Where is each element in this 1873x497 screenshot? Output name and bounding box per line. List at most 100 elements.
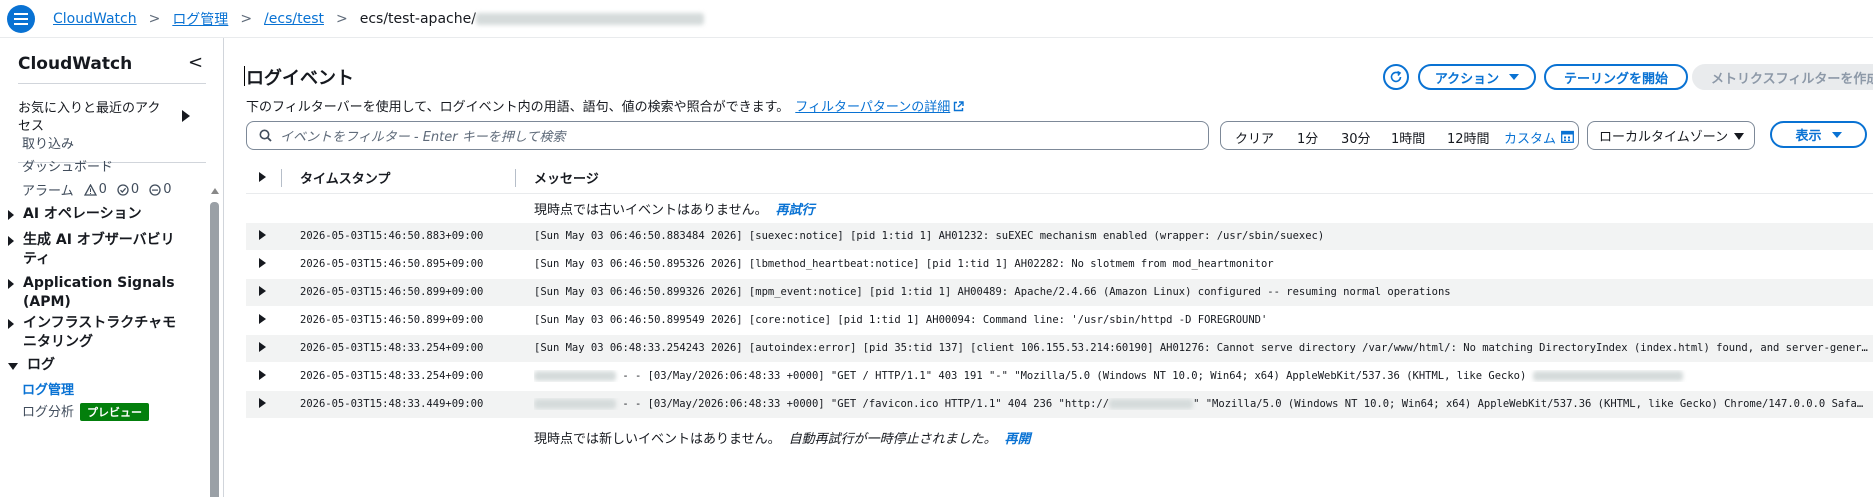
breadcrumb-cloudwatch[interactable]: CloudWatch	[53, 11, 137, 27]
ellipsis-circle-icon	[149, 183, 161, 196]
range-1m[interactable]: 1分	[1297, 128, 1318, 147]
table-row[interactable]: 2026-05-03T15:48:33.254+09:00 [Sun May 0…	[246, 335, 1873, 362]
column-divider	[515, 169, 516, 187]
row-timestamp: 2026-05-03T15:48:33.449+09:00	[300, 398, 484, 410]
caret-down-icon	[8, 363, 18, 370]
row-timestamp: 2026-05-03T15:48:33.254+09:00	[300, 342, 484, 354]
newer-note-text: 現時点では新しいイベントはありません。	[534, 432, 781, 447]
caret-right-icon	[8, 319, 14, 329]
caret-down-icon	[1831, 131, 1842, 138]
column-header-timestamp[interactable]: タイムスタンプ	[300, 168, 390, 187]
column-header-message[interactable]: メッセージ	[534, 168, 599, 187]
row-message: [Sun May 03 06:46:50.899549 2026] [core:…	[534, 314, 1268, 326]
timezone-value: ローカルタイムゾーン	[1599, 130, 1729, 145]
section-label: ログ	[27, 357, 55, 373]
range-12h[interactable]: 12時間	[1447, 128, 1490, 147]
sidebar-section-infrastructure-monitoring[interactable]: インフラストラクチャモニタリング	[8, 314, 183, 352]
chevron-right-icon: >	[335, 10, 348, 27]
hamburger-icon	[14, 12, 28, 25]
filter-pattern-link[interactable]: フィルターパターンの詳細	[795, 100, 950, 115]
resume-link[interactable]: 再開	[1005, 432, 1031, 447]
filter-placeholder: イベントをフィルター - Enter キーを押して検索	[280, 130, 566, 145]
range-1h[interactable]: 1時間	[1391, 128, 1425, 147]
breadcrumb-log-management[interactable]: ログ管理	[172, 9, 228, 29]
section-label: Application Signals (APM)	[23, 275, 175, 310]
divider	[18, 83, 206, 84]
close-sidebar-icon[interactable]: <	[188, 52, 203, 73]
sidebar-item-log-management[interactable]: ログ管理	[22, 379, 74, 398]
table-row[interactable]: 2026-05-03T15:48:33.449+09:00 - - [03/Ma…	[246, 391, 1873, 418]
expand-row-icon[interactable]	[259, 314, 266, 324]
description-text: 下のフィルターバーを使用して、ログイベント内の用語、語句、値の検索や照合ができま…	[246, 100, 790, 115]
create-metric-filter-button[interactable]: メトリクスフィルターを作成	[1692, 64, 1873, 90]
row-message: [Sun May 03 06:46:50.899326 2026] [mpm_e…	[534, 286, 1451, 298]
sidebar-favorites[interactable]: お気に入りと最近のアクセス	[18, 100, 168, 136]
range-30m[interactable]: 30分	[1341, 128, 1371, 147]
table-row[interactable]: 2026-05-03T15:48:33.254+09:00 - - [03/Ma…	[246, 363, 1873, 390]
expand-row-icon[interactable]	[259, 230, 266, 240]
table-row[interactable]: 2026-05-03T15:46:50.899+09:00 [Sun May 0…	[246, 307, 1873, 334]
actions-dropdown[interactable]: アクション	[1418, 64, 1536, 90]
range-clear[interactable]: クリア	[1235, 128, 1274, 147]
sidebar-title: CloudWatch	[18, 54, 133, 74]
redacted-host	[1109, 399, 1194, 409]
start-tailing-label: テーリングを開始	[1563, 71, 1668, 87]
row-message-text: " "Mozilla/5.0 (Windows NT 10.0; Win64; …	[1193, 398, 1869, 410]
menu-button[interactable]	[7, 4, 35, 33]
row-message: - - [03/May/2026:06:48:33 +0000] "GET / …	[534, 370, 1869, 382]
table-row[interactable]: 2026-05-03T15:46:50.899+09:00 [Sun May 0…	[246, 279, 1873, 306]
row-timestamp: 2026-05-03T15:46:50.883+09:00	[300, 230, 484, 242]
row-message-text: - - [03/May/2026:06:48:33 +0000] "GET / …	[616, 370, 1527, 382]
event-filter-input[interactable]: イベントをフィルター - Enter キーを押して検索	[246, 121, 1209, 150]
scrollbar-thumb[interactable]	[210, 202, 219, 497]
divider	[246, 193, 1873, 194]
paused-text: 自動再試行が一時停止されました。	[788, 432, 997, 447]
expand-row-icon[interactable]	[259, 286, 266, 296]
refresh-button[interactable]	[1383, 64, 1409, 90]
row-message: [Sun May 03 06:46:50.895326 2026] [lbmet…	[534, 258, 1274, 270]
expand-row-icon[interactable]	[259, 258, 266, 268]
row-timestamp: 2026-05-03T15:46:50.899+09:00	[300, 286, 484, 298]
column-divider	[281, 169, 282, 187]
scroll-up-arrow-icon[interactable]	[211, 188, 219, 194]
caret-down-icon	[1734, 133, 1744, 140]
redacted-stream-id	[475, 12, 704, 25]
expand-row-icon[interactable]	[259, 398, 266, 408]
display-dropdown[interactable]: 表示	[1770, 121, 1867, 148]
expand-row-icon[interactable]	[259, 370, 266, 380]
row-message: - - [03/May/2026:06:48:33 +0000] "GET /f…	[534, 398, 1869, 410]
calendar-icon[interactable]	[1561, 130, 1574, 143]
expand-all-icon[interactable]	[259, 172, 266, 182]
log-analytics-label: ログ分析	[22, 405, 75, 420]
caret-right-icon[interactable]	[182, 110, 190, 122]
sidebar-item-alarms[interactable]: アラーム 0 0 0	[22, 180, 171, 199]
breadcrumb-log-stream: ecs/test-apache/	[359, 10, 476, 27]
start-tailing-button[interactable]: テーリングを開始	[1544, 64, 1688, 90]
table-row[interactable]: 2026-05-03T15:46:50.883+09:00 [Sun May 0…	[246, 223, 1873, 250]
sidebar-section-ai-operations[interactable]: AI オペレーション	[8, 205, 183, 224]
row-message-text: - - [03/May/2026:06:48:33 +0000] "GET /f…	[616, 398, 1110, 410]
expand-row-icon[interactable]	[259, 342, 266, 352]
sidebar-section-application-signals[interactable]: Application Signals (APM)	[8, 274, 183, 312]
retry-link[interactable]: 再試行	[776, 203, 815, 218]
timezone-select[interactable]: ローカルタイムゾーン	[1587, 121, 1755, 150]
breadcrumb-log-group[interactable]: /ecs/test	[264, 11, 324, 27]
external-link-icon[interactable]	[953, 101, 964, 112]
section-label: インフラストラクチャモニタリング	[23, 315, 177, 350]
sidebar-item-dashboards[interactable]: ダッシュボード	[22, 156, 113, 175]
redacted-ip	[534, 371, 616, 381]
sidebar-section-logs[interactable]: ログ	[8, 356, 183, 375]
section-label: AI オペレーション	[23, 206, 142, 222]
caret-right-icon	[8, 210, 14, 220]
sidebar-scrollbar[interactable]	[210, 188, 219, 497]
range-custom[interactable]: カスタム	[1504, 128, 1556, 147]
older-note-text: 現時点では古いイベントはありません。	[534, 203, 768, 218]
sidebar-item-ingestion[interactable]: 取り込み	[22, 133, 74, 152]
sidebar-section-genai-observability[interactable]: 生成 AI オブザーバビリティ	[8, 231, 183, 269]
table-row[interactable]: 2026-05-03T15:46:50.895+09:00 [Sun May 0…	[246, 251, 1873, 278]
warning-icon	[83, 183, 97, 196]
chevron-right-icon: >	[240, 10, 253, 27]
actions-label: アクション	[1434, 71, 1500, 87]
sidebar-item-log-analytics[interactable]: ログ分析 プレビュー	[22, 401, 150, 421]
caret-right-icon	[8, 279, 14, 289]
